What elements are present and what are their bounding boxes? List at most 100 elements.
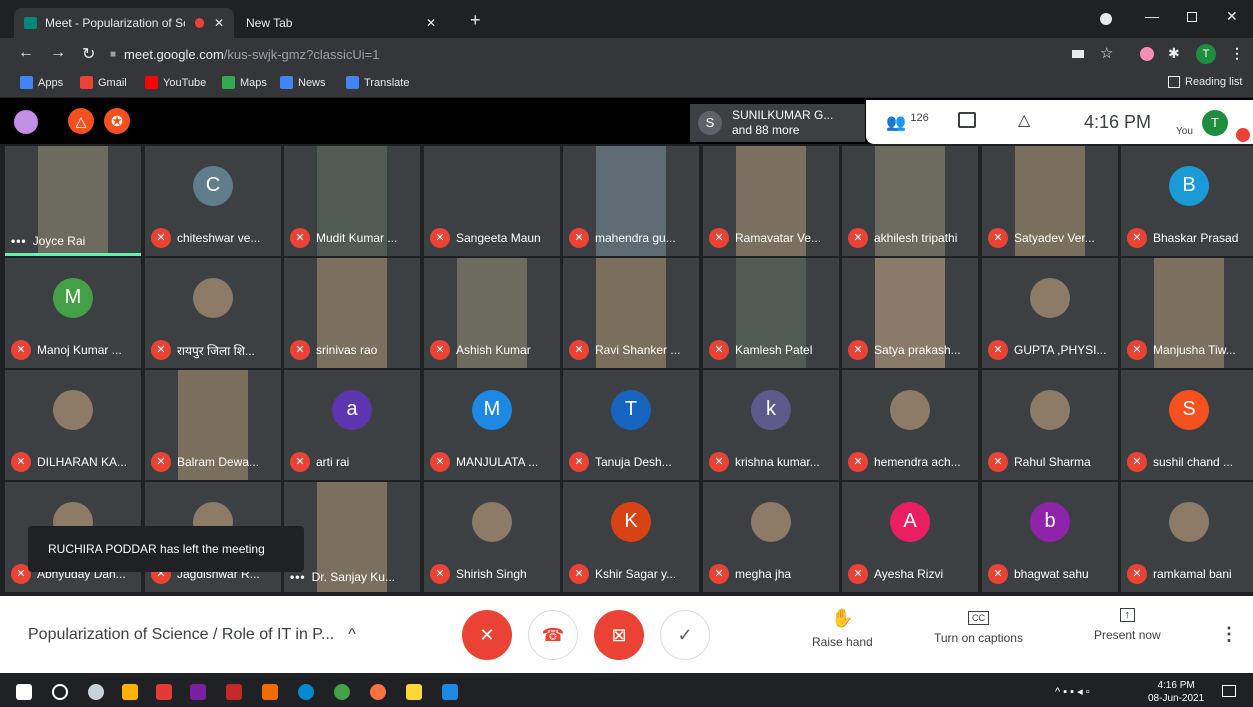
participant-tile[interactable]: ✕ Ravi Shanker ... xyxy=(563,258,699,368)
participant-tile[interactable]: C ✕ chiteshwar ve... xyxy=(145,146,281,256)
self-avatar[interactable]: T xyxy=(1202,110,1228,136)
participant-tile[interactable]: ✕ Ramavatar Ve... xyxy=(703,146,839,256)
extension-icon[interactable] xyxy=(1140,47,1154,61)
tray-icons[interactable]: ^ ▪ ▪ ◂ ▫ xyxy=(1055,685,1090,698)
new-tab-icon[interactable]: + xyxy=(470,10,481,31)
url-field[interactable]: ■ meet.google.com /kus-swjk-gmz?classicU… xyxy=(110,42,1060,66)
recording-dot-icon xyxy=(194,18,204,28)
tab-search-icon[interactable] xyxy=(1100,13,1112,25)
check-button[interactable]: ✓ xyxy=(660,610,710,660)
chrome-icon[interactable] xyxy=(334,684,350,700)
participant-tile[interactable]: ✕ Satyadev Ver... xyxy=(982,146,1118,256)
participant-tile[interactable]: M ✕ Manoj Kumar ... xyxy=(5,258,141,368)
participant-tile[interactable]: ✕ srinivas rao xyxy=(284,258,420,368)
extension-orange-icon[interactable]: △ xyxy=(68,108,94,134)
present-now-button[interactable]: ↑ Present now xyxy=(1094,608,1161,642)
participant-tile[interactable]: k ✕ krishna kumar... xyxy=(703,370,839,480)
participant-tile[interactable]: ✕ Kamlesh Patel xyxy=(703,258,839,368)
participant-name: megha jha xyxy=(735,567,792,581)
self-muted-icon xyxy=(1236,128,1250,142)
participant-tile[interactable]: ✕ Balram Dewa... xyxy=(145,370,281,480)
meeting-details-button[interactable]: Popularization of Science / Role of IT i… xyxy=(28,626,356,644)
present-label: Present now xyxy=(1094,628,1161,642)
captions-button[interactable]: CC Turn on captions xyxy=(934,608,1023,645)
participant-tile[interactable]: ✕ hemendra ach... xyxy=(842,370,978,480)
bookmark-youtube[interactable]: YouTube xyxy=(145,76,206,89)
captions-icon: CC xyxy=(967,611,989,625)
visual-studio-icon[interactable] xyxy=(190,684,206,700)
reload-icon[interactable]: ↻ xyxy=(82,44,95,64)
cortana-icon[interactable] xyxy=(88,684,104,700)
leave-call-button[interactable]: ☎ xyxy=(528,610,578,660)
participant-tile[interactable]: ✕ mahendra gu... xyxy=(563,146,699,256)
participant-tile[interactable]: ••• Joyce Rai xyxy=(5,146,141,256)
participant-tile[interactable]: ✕ रायपुर जिला शि... xyxy=(145,258,281,368)
bookmark-news[interactable]: News xyxy=(280,76,326,89)
participant-tile[interactable]: ✕ akhilesh tripathi xyxy=(842,146,978,256)
participant-tile[interactable]: ✕ Shirish Singh xyxy=(424,482,560,592)
back-icon[interactable]: ← xyxy=(18,44,34,62)
participant-tile[interactable]: ✕ GUPTA ,PHYSI... xyxy=(982,258,1118,368)
extension-star-icon[interactable]: ✪ xyxy=(104,108,130,134)
tab-new[interactable]: New Tab ✕ xyxy=(236,8,458,38)
muted-mic-icon: ✕ xyxy=(988,564,1008,584)
close-tab-icon[interactable]: ✕ xyxy=(426,16,436,30)
firefox-icon[interactable] xyxy=(370,684,386,700)
presenter-chip[interactable]: S SUNILKUMAR G... and 88 more xyxy=(690,104,865,142)
reading-list[interactable]: Reading list xyxy=(1168,76,1242,88)
tray-clock[interactable]: 4:16 PM 08-Jun-2021 xyxy=(1148,679,1204,705)
participant-tile[interactable]: ✕ ramkamal bani xyxy=(1121,482,1253,592)
search-icon[interactable] xyxy=(52,684,68,700)
participant-tile[interactable]: ✕ Satya prakash... xyxy=(842,258,978,368)
tab-meet[interactable]: Meet - Popularization of Scienc ✕ xyxy=(14,8,234,38)
bookmark-apps[interactable]: Apps xyxy=(20,76,63,89)
participant-tile[interactable]: ✕ Rahul Sharma xyxy=(982,370,1118,480)
more-options-icon[interactable]: ⋮ xyxy=(1220,624,1238,645)
close-tab-icon[interactable]: ✕ xyxy=(214,16,224,30)
bookmark-gmail[interactable]: Gmail xyxy=(80,76,127,89)
participant-tile[interactable]: ✕ Mudit Kumar ... xyxy=(284,146,420,256)
participant-tile[interactable]: b ✕ bhagwat sahu xyxy=(982,482,1118,592)
close-window-icon[interactable]: ✕ xyxy=(1226,8,1238,25)
participant-tile[interactable]: S ✕ sushil chand ... xyxy=(1121,370,1253,480)
participant-tile[interactable]: ✕ Ashish Kumar xyxy=(424,258,560,368)
participant-tile[interactable]: K ✕ Kshir Sagar y... xyxy=(563,482,699,592)
word-icon[interactable] xyxy=(442,684,458,700)
file-explorer-icon[interactable] xyxy=(406,684,422,700)
participant-tile[interactable]: a ✕ arti rai xyxy=(284,370,420,480)
bookmark-maps[interactable]: Maps xyxy=(222,76,267,89)
participant-avatar: S xyxy=(1169,389,1209,430)
participant-tile[interactable]: ✕ DILHARAN KA... xyxy=(5,370,141,480)
puzzle-icon[interactable]: ✱ xyxy=(1168,45,1180,62)
notifications-icon[interactable] xyxy=(1222,685,1236,697)
forward-icon[interactable]: → xyxy=(50,44,66,62)
raise-hand-button[interactable]: ✋ Raise hand xyxy=(812,608,873,649)
filezilla-icon[interactable] xyxy=(156,684,172,700)
minimize-icon[interactable]: — xyxy=(1145,8,1159,24)
matlab-icon[interactable] xyxy=(262,684,278,700)
extension-purple-icon[interactable] xyxy=(14,110,38,134)
mic-off-button[interactable]: ✕ xyxy=(462,610,512,660)
participant-tile[interactable]: A ✕ Ayesha Rizvi xyxy=(842,482,978,592)
participant-tile[interactable]: T ✕ Tanuja Desh... xyxy=(563,370,699,480)
task-manager-icon[interactable] xyxy=(226,684,242,700)
edge-icon[interactable] xyxy=(298,684,314,700)
menu-kebab-icon[interactable]: ⋮ xyxy=(1230,45,1244,62)
participant-tile[interactable]: B ✕ Bhaskar Prasad xyxy=(1121,146,1253,256)
bookmark-translate[interactable]: Translate xyxy=(346,76,409,89)
participant-tile[interactable]: ✕ Manjusha Tiw... xyxy=(1121,258,1253,368)
maximize-icon[interactable] xyxy=(1187,12,1197,22)
app-folder-icon[interactable] xyxy=(122,684,138,700)
participant-tile[interactable]: M ✕ MANJULATA ... xyxy=(424,370,560,480)
activities-icon[interactable]: △ xyxy=(1018,110,1030,130)
camera-icon[interactable] xyxy=(1072,50,1084,58)
people-button[interactable]: 👥 126 xyxy=(886,112,929,132)
windows-start-icon[interactable] xyxy=(16,684,32,700)
participant-tile[interactable]: ••• Dr. Sanjay Ku... xyxy=(284,482,420,592)
chat-icon[interactable] xyxy=(958,112,976,128)
participant-tile[interactable]: ✕ megha jha xyxy=(703,482,839,592)
participant-tile[interactable]: ✕ Sangeeta Maun xyxy=(424,146,560,256)
camera-off-button[interactable]: ⊠ xyxy=(594,610,644,660)
bookmark-star-icon[interactable]: ☆ xyxy=(1100,44,1113,62)
profile-avatar[interactable]: T xyxy=(1196,44,1216,64)
